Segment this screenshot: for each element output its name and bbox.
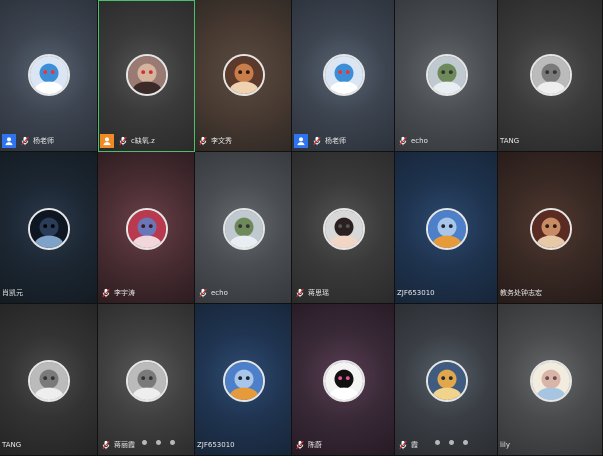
participant-tile[interactable]: 肖凯元 [0, 152, 98, 304]
participant-name: echo [211, 289, 228, 297]
participant-nameplate: lily [498, 438, 510, 452]
participant-tile[interactable]: TANG [0, 304, 98, 456]
participant-tile[interactable]: echo [195, 152, 292, 304]
page-dot[interactable] [463, 440, 468, 445]
panda-avatar [322, 360, 365, 402]
participant-name: ZJF653010 [197, 441, 235, 449]
participant-name: 陈蔚 [308, 441, 322, 449]
participant-tile[interactable]: TANG [498, 0, 603, 152]
doraemon-avatar [28, 54, 70, 96]
bw-avatar [529, 54, 572, 96]
portrait-avatar [222, 54, 265, 96]
page-dot[interactable] [156, 440, 161, 445]
mic-muted-icon [294, 439, 305, 451]
anime-avatar [529, 360, 572, 402]
mic-muted-icon [397, 439, 408, 451]
page-dot[interactable] [435, 440, 440, 445]
mic-muted-icon [311, 135, 322, 147]
participant-name: 肖凯元 [2, 289, 23, 297]
page-dot[interactable] [449, 440, 454, 445]
participant-nameplate: echo [195, 286, 228, 300]
participant-nameplate: 李宇涛 [98, 286, 135, 300]
participant-name: 杨老师 [325, 137, 346, 145]
participant-nameplate: 蒋思瑶 [292, 286, 329, 300]
participant-name: 教务处钟志宏 [500, 289, 542, 297]
bw-avatar [125, 360, 168, 402]
participant-nameplate: TANG [0, 438, 21, 452]
video-grid: 杨老师 c缺氧.z 李文秀 杨老师 echo TANG 肖凯元 李宇涛 echo… [0, 0, 603, 456]
participant-tile[interactable]: c缺氧.z [98, 0, 195, 152]
warm-avatar [529, 208, 572, 250]
participant-name: 霞 [411, 441, 418, 449]
participant-name: echo [411, 137, 428, 145]
page-indicator[interactable] [435, 440, 468, 445]
dark-avatar [28, 208, 70, 250]
participant-nameplate: c缺氧.z [98, 134, 155, 148]
cohost-badge-icon [100, 134, 114, 148]
landscape-avatar [425, 54, 468, 96]
participant-name: 李宇涛 [114, 289, 135, 297]
participant-tile[interactable]: 李文秀 [195, 0, 292, 152]
page-dot[interactable] [142, 440, 147, 445]
participant-tile[interactable]: 杨老师 [0, 0, 98, 152]
participant-nameplate: TANG [498, 134, 519, 148]
participant-nameplate: 杨老师 [0, 134, 54, 148]
participant-tile[interactable]: 教务处钟志宏 [498, 152, 603, 304]
participant-name: 蒋丽霞 [114, 441, 135, 449]
participant-tile[interactable]: ZJF653010 [195, 304, 292, 456]
participant-tile[interactable]: 杨老师 [292, 0, 395, 152]
participant-nameplate: 教务处钟志宏 [498, 286, 542, 300]
mic-muted-icon [100, 439, 111, 451]
participant-tile[interactable]: 霞 [395, 304, 498, 456]
participant-name: ZJF653010 [397, 289, 435, 297]
participant-name: lily [500, 441, 510, 449]
doraemon-avatar [322, 54, 365, 96]
page-indicator[interactable] [142, 440, 175, 445]
participant-name: TANG [500, 137, 520, 145]
participant-tile[interactable]: 陈蔚 [292, 304, 395, 456]
participant-nameplate: 李文秀 [195, 134, 232, 148]
participant-tile[interactable]: 李宇涛 [98, 152, 195, 304]
participant-nameplate: 肖凯元 [0, 286, 23, 300]
mic-muted-icon [19, 135, 30, 147]
mic-muted-icon [117, 135, 128, 147]
participant-nameplate: 陈蔚 [292, 438, 322, 452]
participant-tile[interactable]: echo [395, 0, 498, 152]
sky-avatar [425, 208, 468, 250]
mic-muted-icon [100, 287, 111, 299]
host-badge-icon [2, 134, 16, 148]
participant-name: TANG [2, 441, 22, 449]
participant-tile[interactable]: 蒋思瑶 [292, 152, 395, 304]
participant-name: c缺氧.z [131, 137, 155, 145]
cartoon-avatar [125, 54, 168, 96]
participant-name: 杨老师 [33, 137, 54, 145]
bw-avatar [28, 360, 70, 402]
city-avatar [425, 360, 468, 402]
mic-muted-icon [294, 287, 305, 299]
participant-tile[interactable]: lily [498, 304, 603, 456]
participant-name: 李文秀 [211, 137, 232, 145]
mic-muted-icon [197, 135, 208, 147]
participant-tile[interactable]: ZJF653010 [395, 152, 498, 304]
participant-nameplate: echo [395, 134, 428, 148]
participant-nameplate: ZJF653010 [395, 286, 435, 300]
participant-nameplate: ZJF653010 [195, 438, 235, 452]
participant-name: 蒋思瑶 [308, 289, 329, 297]
landscape-avatar [222, 208, 265, 250]
page-dot[interactable] [170, 440, 175, 445]
host-badge-icon [294, 134, 308, 148]
mic-muted-icon [197, 287, 208, 299]
sky-avatar [222, 360, 265, 402]
participant-nameplate: 霞 [395, 438, 418, 452]
participant-nameplate: 蒋丽霞 [98, 438, 135, 452]
mic-muted-icon [397, 135, 408, 147]
woman-avatar [322, 208, 365, 250]
participant-tile[interactable]: 蒋丽霞 [98, 304, 195, 456]
participant-nameplate: 杨老师 [292, 134, 346, 148]
red-avatar [125, 208, 168, 250]
